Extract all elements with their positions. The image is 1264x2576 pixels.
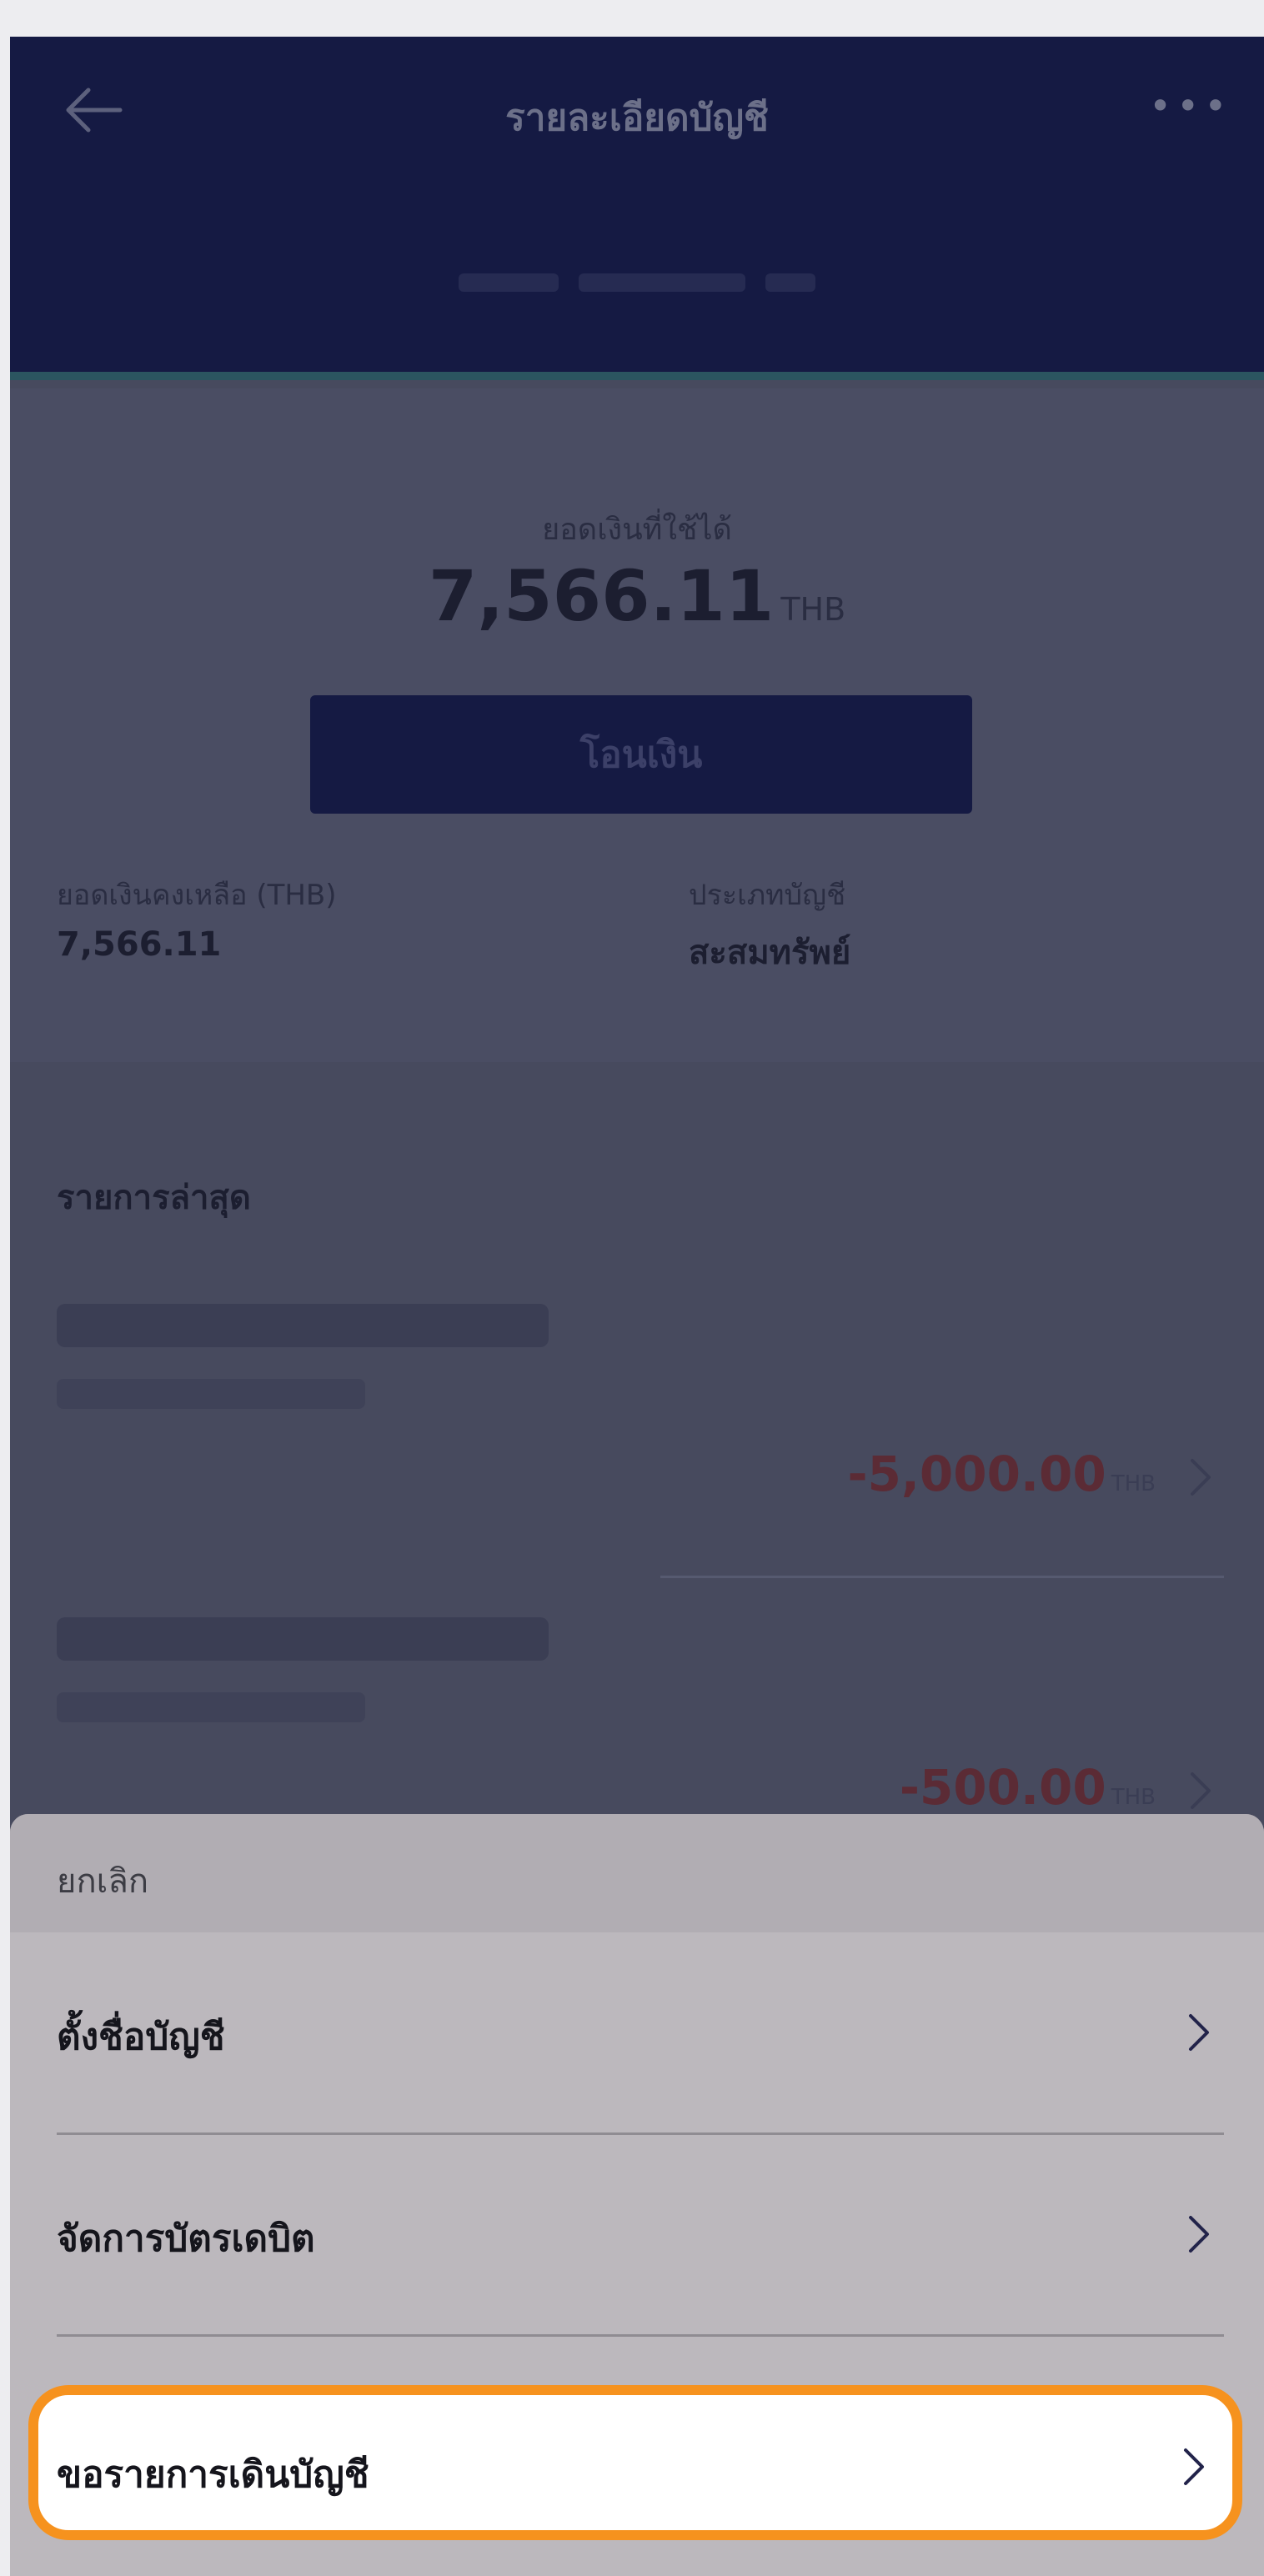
chevron-right-icon	[1189, 2014, 1209, 2051]
more-options-button[interactable]: •••	[1149, 83, 1226, 128]
app-screen: รายละเอียดบัญชี ••• ยอดเงินที่ใช้ได้ 7,5…	[10, 37, 1264, 2576]
recent-transactions-title: รายการล่าสุด	[57, 1179, 251, 1217]
remaining-balance-label: ยอดเงินคงเหลือ (THB)	[57, 879, 337, 912]
header: รายละเอียดบัญชี •••	[10, 37, 1264, 380]
menu-item-label: จัดการบัตรเดบิต	[57, 2218, 315, 2260]
remaining-balance-value: 7,566.11	[57, 925, 222, 964]
account-type-value: สะสมทรัพย์	[689, 934, 851, 972]
menu-item-label: ตั้งชื่อบัญชี	[57, 2016, 225, 2058]
transaction-name-redacted	[57, 1617, 549, 1661]
transaction-amount: -5,000.00 THB	[847, 1446, 1156, 1502]
transfer-button[interactable]: โอนเงิน	[310, 695, 972, 814]
chevron-right-icon	[1189, 2216, 1209, 2253]
transaction-currency: THB	[1111, 1785, 1156, 1810]
transaction-amount-value: -500.00	[899, 1759, 1106, 1816]
transaction-row[interactable]: -5,000.00 THB	[10, 1304, 1264, 1587]
transaction-date-redacted	[57, 1692, 365, 1722]
menu-item-request-statement[interactable]: ขอรายการเดินบัญชี	[28, 2385, 1242, 2540]
available-balance: 7,566.11 THB	[10, 555, 1264, 637]
transaction-amount-value: -5,000.00	[847, 1446, 1106, 1502]
account-number-redacted	[10, 258, 1264, 308]
transaction-amount: -500.00 THB	[900, 1759, 1156, 1816]
divider	[660, 1576, 1224, 1578]
transaction-currency: THB	[1111, 1471, 1156, 1496]
chevron-right-icon	[1184, 2448, 1204, 2485]
available-balance-amount: 7,566.11	[428, 555, 775, 637]
chevron-right-icon	[1191, 1459, 1211, 1496]
transaction-date-redacted	[57, 1379, 365, 1409]
available-balance-currency: THB	[780, 591, 846, 628]
menu-item-manage-debit-card[interactable]: จัดการบัตรเดบิต	[10, 2134, 1264, 2336]
sheet-header: ยกเลิก	[10, 1814, 1264, 1932]
account-type: ประเภทบัญชี สะสมทรัพย์	[689, 872, 850, 979]
available-balance-label: ยอดเงินที่ใช้ได้	[542, 513, 732, 547]
divider	[57, 2334, 1224, 2337]
remaining-balance: ยอดเงินคงเหลือ (THB) 7,566.11	[57, 872, 337, 964]
cancel-button[interactable]: ยกเลิก	[57, 1854, 148, 1907]
transaction-name-redacted	[57, 1304, 549, 1347]
menu-item-rename-account[interactable]: ตั้งชื่อบัญชี	[10, 1932, 1264, 2134]
recent-transactions: รายการล่าสุด -5,000.00 THB -500.00 THB	[10, 1062, 1264, 1896]
chevron-right-icon	[1191, 1772, 1211, 1809]
account-type-label: ประเภทบัญชี	[689, 879, 846, 912]
balance-section: ยอดเงินที่ใช้ได้ 7,566.11 THB โอนเงิน ยอด…	[10, 388, 1264, 1062]
menu-item-label: ขอรายการเดินบัญชี	[57, 2453, 369, 2496]
page-title: รายละเอียดบัญชี	[505, 97, 769, 139]
